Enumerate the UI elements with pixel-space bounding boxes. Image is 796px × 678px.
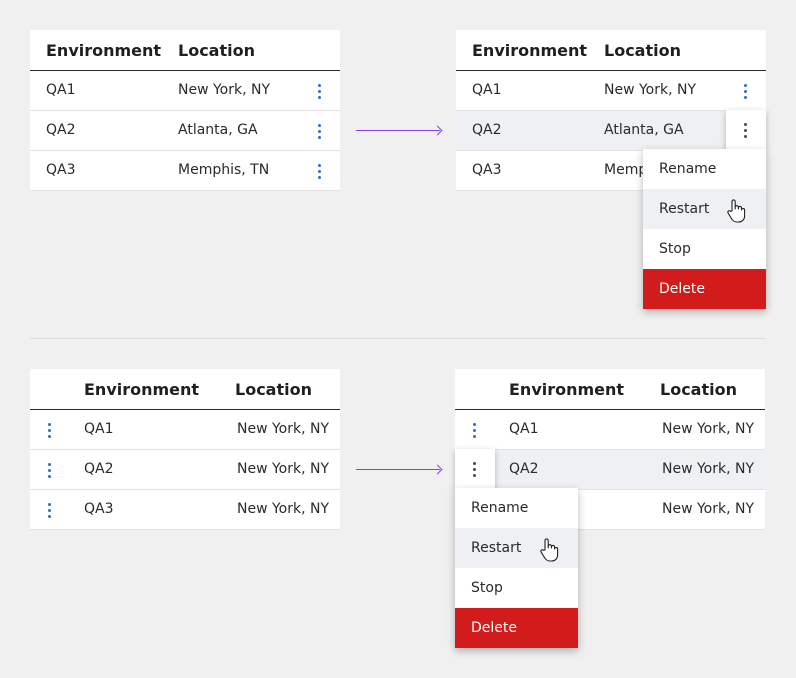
cell-environment: QA3 <box>472 162 502 178</box>
menu-item-label: Rename <box>471 500 529 516</box>
cell-location: New York, NY <box>604 82 697 98</box>
menu-item-label: Restart <box>471 540 522 556</box>
cell-location: Memphis, TN <box>178 162 270 178</box>
cell-environment: QA2 <box>46 122 76 138</box>
table-header: Environment Location <box>456 30 766 71</box>
menu-item-rename[interactable]: Rename <box>643 149 766 189</box>
menu-item-label: Stop <box>659 241 691 257</box>
menu-item-label: Restart <box>659 201 710 217</box>
menu-item-restart[interactable]: Restart <box>643 189 766 229</box>
column-header-environment: Environment <box>509 380 625 399</box>
table-row: QA2 New York, NY <box>30 450 340 490</box>
table-row: QA3 Memphis, TN <box>30 151 340 191</box>
more-vertical-icon[interactable] <box>42 500 58 520</box>
table-row: QA3 New York, NY <box>30 490 340 530</box>
cell-environment: QA1 <box>46 82 76 98</box>
menu-item-rename[interactable]: Rename <box>455 488 578 528</box>
menu-item-restart[interactable]: Restart <box>455 528 578 568</box>
cell-environment: QA1 <box>509 421 539 437</box>
table-header: Environment Location <box>30 30 340 71</box>
cell-environment: QA2 <box>84 461 114 477</box>
table-bottom-before: Environment Location QA1 New York, NY QA… <box>30 369 340 530</box>
table-row: QA1 New York, NY <box>30 71 340 111</box>
column-header-location: Location <box>660 380 737 399</box>
menu-item-label: Stop <box>471 580 503 596</box>
more-vertical-icon[interactable] <box>738 120 754 140</box>
table-row: QA1 New York, NY <box>30 410 340 450</box>
cell-environment: QA2 <box>509 461 539 477</box>
more-vertical-icon[interactable] <box>467 459 483 479</box>
menu-item-delete[interactable]: Delete <box>455 608 578 648</box>
more-vertical-icon[interactable] <box>42 420 58 440</box>
table-row-selected: QA2 New York, NY <box>455 450 765 490</box>
table-row-selected: QA2 Atlanta, GA <box>456 111 766 151</box>
cell-location: New York, NY <box>662 421 755 437</box>
hand-pointer-icon <box>727 199 746 223</box>
column-header-environment: Environment <box>472 41 588 60</box>
cell-location: New York, NY <box>237 501 330 517</box>
cell-location: New York, NY <box>178 82 271 98</box>
cell-environment: QA1 <box>472 82 502 98</box>
cell-location: New York, NY <box>237 461 330 477</box>
cell-environment: QA3 <box>46 162 76 178</box>
column-header-environment: Environment <box>46 41 162 60</box>
menu-item-label: Rename <box>659 161 717 177</box>
table-top-before: Environment Location QA1 New York, NY QA… <box>30 30 340 191</box>
cell-location: New York, NY <box>237 421 330 437</box>
cell-location: New York, NY <box>662 501 755 517</box>
more-vertical-icon[interactable] <box>312 121 328 141</box>
table-header: Environment Location <box>455 369 765 410</box>
cell-environment: QA3 <box>84 501 114 517</box>
table-row: QA2 Atlanta, GA <box>30 111 340 151</box>
kebab-button-active[interactable] <box>726 110 766 150</box>
column-header-environment: Environment <box>84 380 200 399</box>
column-header-location: Location <box>604 41 681 60</box>
column-header-location: Location <box>178 41 255 60</box>
context-menu: Rename Restart Stop Delete <box>455 488 578 648</box>
table-row: QA1 New York, NY <box>456 71 766 111</box>
cell-environment: QA2 <box>472 122 502 138</box>
cell-location: Atlanta, GA <box>604 122 684 138</box>
menu-item-stop[interactable]: Stop <box>643 229 766 269</box>
cell-environment: QA1 <box>84 421 114 437</box>
cell-location: New York, NY <box>662 461 755 477</box>
section-divider <box>30 338 766 339</box>
table-header: Environment Location <box>30 369 340 410</box>
menu-item-delete[interactable]: Delete <box>643 269 766 309</box>
column-header-location: Location <box>235 380 312 399</box>
cell-location: Atlanta, GA <box>178 122 258 138</box>
menu-item-label: Delete <box>659 281 705 297</box>
more-vertical-icon[interactable] <box>312 161 328 181</box>
table-row: QA1 New York, NY <box>455 410 765 450</box>
more-vertical-icon[interactable] <box>42 460 58 480</box>
menu-item-stop[interactable]: Stop <box>455 568 578 608</box>
menu-item-label: Delete <box>471 620 517 636</box>
context-menu: Rename Restart Stop Delete <box>643 149 766 309</box>
more-vertical-icon[interactable] <box>467 420 483 440</box>
kebab-button-active[interactable] <box>455 449 495 489</box>
arrow-right-icon <box>356 130 440 131</box>
hand-pointer-icon <box>540 538 559 562</box>
more-vertical-icon[interactable] <box>738 81 754 101</box>
arrow-right-icon <box>356 469 440 470</box>
more-vertical-icon[interactable] <box>312 81 328 101</box>
